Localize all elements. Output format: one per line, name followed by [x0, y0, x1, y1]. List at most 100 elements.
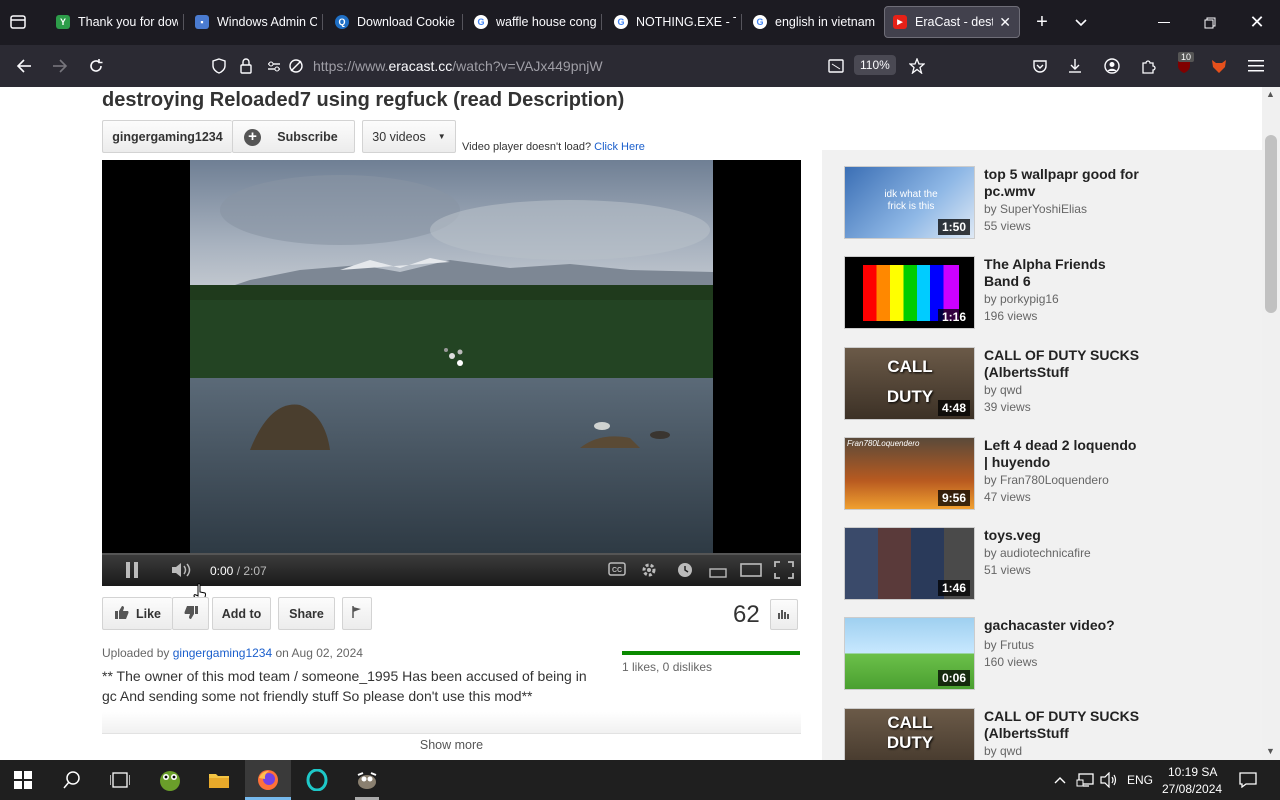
- related-video-item[interactable]: idk what the frick is this 1:50 top 5 wa…: [844, 166, 1244, 242]
- network-icon[interactable]: [1072, 760, 1098, 800]
- clock-date[interactable]: 27/08/2024: [1162, 782, 1222, 796]
- reload-icon[interactable]: [80, 45, 112, 87]
- total-time: / 2:07: [236, 564, 267, 578]
- show-more-button[interactable]: Show more: [102, 733, 801, 755]
- related-video-item[interactable]: 1:16 The Alpha Friends Band 6 by porkypi…: [844, 256, 1244, 332]
- zoom-level-button[interactable]: 110%: [854, 55, 896, 75]
- volume-icon[interactable]: [1097, 760, 1121, 800]
- url-bar[interactable]: https://www.eracast.cc/watch?v=VAJx449pn…: [313, 58, 603, 74]
- scrollbar-thumb[interactable]: [1265, 135, 1277, 313]
- player-notice-text: Video player doesn't load?: [462, 141, 592, 153]
- subscribe-button[interactable]: + Subscribe: [232, 120, 355, 153]
- related-video-channel[interactable]: by qwd: [984, 383, 1022, 397]
- account-icon[interactable]: [1096, 45, 1128, 87]
- pause-icon[interactable]: [125, 562, 139, 583]
- video-thumbnail[interactable]: Fran780Loquendero 9:56: [844, 437, 975, 510]
- reader-view-icon[interactable]: [820, 45, 852, 87]
- flag-button[interactable]: [342, 597, 372, 630]
- thumbnail-caption: Fran780Loquendero: [847, 439, 920, 448]
- scroll-up-arrow-icon[interactable]: ▲: [1266, 89, 1275, 99]
- restore-icon[interactable]: [1187, 0, 1233, 45]
- fox-extension-icon[interactable]: [1203, 45, 1235, 87]
- uploader-link[interactable]: gingergaming1234: [173, 646, 272, 660]
- watch-later-clock-icon[interactable]: [677, 562, 693, 583]
- related-video-channel[interactable]: by Frutus: [984, 638, 1034, 652]
- hamburger-menu-icon[interactable]: [1240, 45, 1272, 87]
- related-video-title[interactable]: toys.veg: [984, 527, 1144, 544]
- frog-app-icon[interactable]: [147, 760, 193, 800]
- volume-icon[interactable]: [171, 562, 193, 583]
- opera-icon[interactable]: [294, 760, 340, 800]
- close-window-icon[interactable]: ✕: [1234, 0, 1280, 45]
- tab-waffle-house[interactable]: G waffle house cong: [474, 6, 596, 38]
- clock-time[interactable]: 10:19 SA: [1168, 765, 1217, 779]
- related-video-item[interactable]: CALL DUTY SUCKS 4:48 CALL OF DUTY SUCKS …: [844, 347, 1244, 423]
- minimize-icon[interactable]: [1141, 0, 1187, 45]
- video-frame[interactable]: [190, 160, 713, 553]
- tab-english-vietnam[interactable]: G english in vietnam: [753, 6, 875, 38]
- related-video-channel[interactable]: by Fran780Loquendero: [984, 473, 1109, 487]
- forward-arrow-icon[interactable]: [44, 45, 76, 87]
- task-view-icon[interactable]: [97, 760, 143, 800]
- tab-windows-admin[interactable]: ▪ Windows Admin C: [195, 6, 317, 38]
- video-thumbnail[interactable]: 1:46: [844, 527, 975, 600]
- related-video-title[interactable]: CALL OF DUTY SUCKS (AlbertsStuff: [984, 347, 1144, 381]
- gimp-icon[interactable]: [344, 760, 390, 800]
- video-thumbnail[interactable]: CALL DUTY SUCKS 4:48: [844, 347, 975, 420]
- related-video-title[interactable]: The Alpha Friends Band 6: [984, 256, 1144, 290]
- fullscreen-icon[interactable]: [774, 561, 794, 584]
- video-thumbnail[interactable]: 0:06: [844, 617, 975, 690]
- like-button[interactable]: Like: [102, 597, 172, 630]
- related-video-item[interactable]: 1:46 toys.veg by audiotechnicafire 51 vi…: [844, 527, 1244, 603]
- stats-button[interactable]: [770, 599, 798, 630]
- show-hidden-icons-chevron-icon[interactable]: [1048, 760, 1072, 800]
- video-thumbnail[interactable]: idk what the frick is this 1:50: [844, 166, 975, 239]
- related-video-channel[interactable]: by porkypig16: [984, 292, 1059, 306]
- related-video-title[interactable]: CALL OF DUTY SUCKS (AlbertsStuff: [984, 708, 1144, 742]
- extensions-puzzle-icon[interactable]: [1132, 45, 1164, 87]
- settings-gear-icon[interactable]: [640, 561, 658, 584]
- share-button[interactable]: Share: [278, 597, 335, 630]
- channel-button[interactable]: gingergaming1234: [102, 120, 232, 153]
- videos-count-dropdown[interactable]: 30 videos ▼: [362, 120, 456, 153]
- closed-captions-icon[interactable]: CC: [608, 562, 626, 581]
- video-thumbnail[interactable]: 1:16: [844, 256, 975, 329]
- tab-list-chevron-icon[interactable]: [1058, 0, 1104, 45]
- related-video-channel[interactable]: by qwd: [984, 744, 1022, 758]
- tab-eracast[interactable]: ▶ EraCast - destro ✕: [884, 6, 1020, 38]
- downloads-icon[interactable]: [1059, 45, 1091, 87]
- windows-start-icon[interactable]: [0, 760, 46, 800]
- notification-center-icon[interactable]: [1225, 760, 1271, 800]
- related-video-item[interactable]: CALL DUTY CALL OF DUTY SUCKS (AlbertsStu…: [844, 708, 1244, 760]
- related-video-channel[interactable]: by audiotechnicafire: [984, 546, 1091, 560]
- upload-info: Uploaded by gingergaming1234 on Aug 02, …: [102, 646, 363, 660]
- dislike-button[interactable]: [172, 597, 209, 630]
- input-language[interactable]: ENG: [1127, 773, 1153, 787]
- tab-download-cookie[interactable]: Q Download Cookie: [335, 6, 455, 38]
- video-thumbnail[interactable]: CALL DUTY: [844, 708, 975, 760]
- click-here-link[interactable]: Click Here: [594, 141, 645, 153]
- tab-thank-you[interactable]: Y Thank you for dow: [56, 6, 178, 38]
- related-video-channel[interactable]: by SuperYoshiElias: [984, 202, 1087, 216]
- add-to-button[interactable]: Add to: [212, 597, 271, 630]
- large-player-icon[interactable]: [740, 563, 762, 582]
- file-explorer-icon[interactable]: [196, 760, 242, 800]
- dropdown-arrow-icon: ▼: [437, 132, 446, 141]
- back-arrow-icon[interactable]: [8, 45, 40, 87]
- close-tab-icon[interactable]: ✕: [999, 14, 1011, 31]
- firefox-icon[interactable]: [245, 760, 291, 800]
- related-video-title[interactable]: Left 4 dead 2 loquendo | huyendo: [984, 437, 1144, 471]
- bookmark-star-icon[interactable]: [901, 45, 933, 87]
- video-duration: 1:16: [937, 309, 970, 325]
- small-player-icon[interactable]: [709, 565, 727, 583]
- scroll-down-arrow-icon[interactable]: ▼: [1266, 746, 1275, 756]
- pocket-icon[interactable]: [1024, 45, 1056, 87]
- search-icon[interactable]: [49, 760, 95, 800]
- related-video-title[interactable]: top 5 wallpapr good for pc.wmv: [984, 166, 1144, 200]
- autoplay-blocked-icon[interactable]: [280, 45, 312, 87]
- related-video-item[interactable]: 0:06 gachacaster video? by Frutus 160 vi…: [844, 617, 1244, 693]
- related-video-title[interactable]: gachacaster video?: [984, 617, 1144, 634]
- related-video-item[interactable]: Fran780Loquendero 9:56 Left 4 dead 2 loq…: [844, 437, 1244, 513]
- list-all-tabs-icon[interactable]: [8, 12, 30, 32]
- tab-nothing-exe[interactable]: G NOTHING.EXE - Ti: [614, 6, 736, 38]
